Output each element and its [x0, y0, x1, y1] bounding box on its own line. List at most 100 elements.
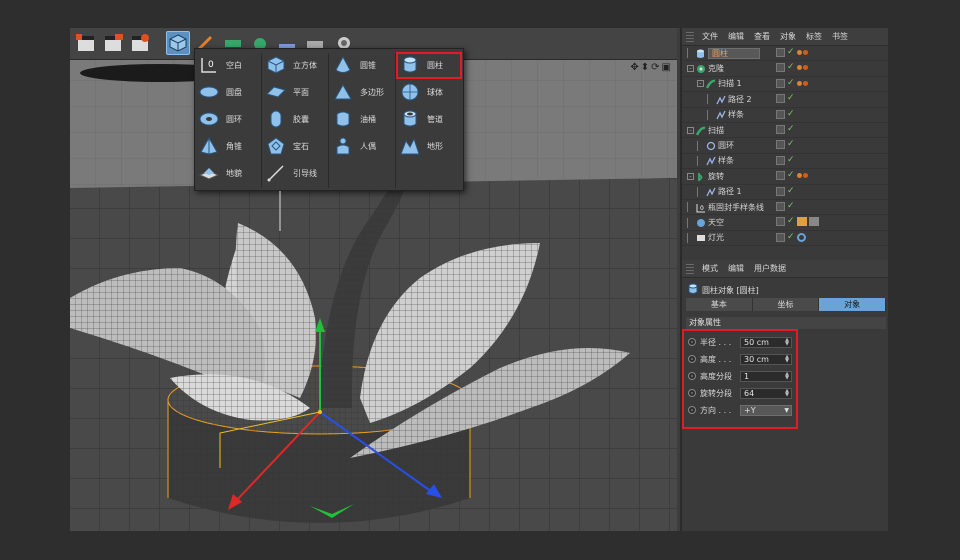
- object-row[interactable]: - 克隆 ✓: [682, 61, 888, 77]
- drag-handle-icon[interactable]: [686, 31, 694, 42]
- rotation-segments-input[interactable]: 64 ▲ ▼: [740, 387, 792, 399]
- menu-item-cube[interactable]: 立方体: [262, 53, 328, 77]
- menu-item-gem[interactable]: 宝石: [262, 134, 328, 158]
- tag-icon[interactable]: [796, 50, 808, 55]
- object-row[interactable]: - 扫描 1 ✓: [682, 77, 888, 93]
- check-icon[interactable]: ✓: [787, 140, 795, 149]
- check-icon[interactable]: ✓: [787, 94, 795, 103]
- menu-view[interactable]: 查看: [754, 31, 770, 42]
- menu-tags[interactable]: 标签: [806, 31, 822, 42]
- menu-mode[interactable]: 模式: [702, 263, 718, 274]
- layer-icon[interactable]: [776, 232, 785, 242]
- object-row[interactable]: 灯光 ✓: [682, 231, 888, 247]
- menu-bookmarks[interactable]: 书签: [832, 31, 848, 42]
- tab-object[interactable]: 对象: [819, 298, 887, 311]
- layer-icon[interactable]: [776, 48, 785, 57]
- layer-icon[interactable]: [776, 109, 785, 119]
- orientation-select[interactable]: +Y ▼: [740, 404, 792, 416]
- tag-icon[interactable]: [796, 173, 808, 179]
- collapse-icon[interactable]: -: [687, 172, 694, 180]
- menu-item-null[interactable]: 0 空白: [195, 53, 261, 77]
- spinner-icon[interactable]: ▲ ▼: [785, 337, 789, 347]
- object-flags[interactable]: ✓: [776, 202, 795, 211]
- spinner-icon[interactable]: ▲ ▼: [785, 354, 789, 364]
- object-flags[interactable]: ✓: [776, 48, 808, 57]
- check-icon[interactable]: ✓: [787, 78, 795, 88]
- collapse-icon[interactable]: -: [687, 65, 694, 73]
- radio-icon[interactable]: [688, 355, 696, 363]
- object-row[interactable]: 路径 2 ✓: [682, 92, 888, 108]
- radius-input[interactable]: 50 cm ▲ ▼: [740, 336, 792, 348]
- layer-icon[interactable]: [776, 125, 785, 134]
- rotate-view-icon[interactable]: ⟳: [651, 62, 659, 73]
- object-row[interactable]: 0 瓶固封手样条线 ✓: [682, 200, 888, 216]
- object-flags[interactable]: ✓: [776, 125, 795, 134]
- check-icon[interactable]: ✓: [787, 109, 795, 119]
- object-flags[interactable]: ✓: [776, 78, 808, 88]
- menu-objects[interactable]: 对象: [780, 31, 796, 42]
- menu-item-terrain[interactable]: 地形: [396, 134, 462, 158]
- object-flags[interactable]: ✓: [776, 186, 795, 196]
- menu-item-tube[interactable]: 管道: [396, 107, 462, 131]
- object-row[interactable]: - 扫描 ✓: [682, 123, 888, 139]
- menu-item-cone[interactable]: 圆锥: [329, 53, 395, 77]
- collapse-icon[interactable]: -: [697, 80, 704, 88]
- menu-item-figure[interactable]: 人偶: [329, 134, 395, 158]
- object-row[interactable]: 样条 ✓: [682, 154, 888, 170]
- object-flags[interactable]: ✓: [776, 63, 808, 73]
- layer-icon[interactable]: [776, 78, 785, 88]
- radio-icon[interactable]: [688, 389, 696, 397]
- object-list[interactable]: 圆柱 ✓ - 克隆 ✓ - 扫描 1 ✓ 路径 2 ✓ 样条 ✓ - 扫描 ✓ 圆环 ✓ 样条 ✓ - 旋转 ✓ 路径 1 ✓…: [682, 46, 888, 262]
- check-icon[interactable]: ✓: [787, 232, 795, 242]
- menu-item-torus[interactable]: 圆环: [195, 107, 261, 131]
- menu-attr-edit[interactable]: 编辑: [728, 263, 744, 274]
- object-flags[interactable]: ✓: [776, 232, 806, 242]
- tab-coord[interactable]: 坐标: [752, 298, 820, 311]
- height-input[interactable]: 30 cm ▲ ▼: [740, 353, 792, 365]
- menu-edit[interactable]: 编辑: [728, 31, 744, 42]
- clapper-icon[interactable]: [74, 31, 98, 55]
- object-row[interactable]: 样条 ✓: [682, 108, 888, 123]
- move-view-icon[interactable]: ✥: [630, 62, 638, 73]
- cube-icon[interactable]: [166, 31, 190, 55]
- menu-item-disc[interactable]: 圆盘: [195, 80, 261, 104]
- object-row[interactable]: 天空 ✓: [682, 215, 888, 231]
- object-flags[interactable]: ✓: [776, 109, 795, 119]
- layer-icon[interactable]: [776, 63, 785, 73]
- object-flags[interactable]: ✓: [776, 217, 819, 227]
- menu-item-landscape[interactable]: 地貌: [195, 161, 261, 185]
- clapper-settings-icon[interactable]: [128, 31, 152, 55]
- spinner-icon[interactable]: ▲ ▼: [785, 388, 789, 398]
- layer-icon[interactable]: [776, 171, 785, 181]
- object-row[interactable]: 路径 1 ✓: [682, 185, 888, 200]
- check-icon[interactable]: ✓: [787, 171, 795, 180]
- menu-item-oiltank[interactable]: 油桶: [329, 107, 395, 131]
- check-icon[interactable]: ✓: [787, 186, 795, 196]
- check-icon[interactable]: ✓: [787, 125, 795, 134]
- tag-icon[interactable]: [796, 80, 808, 86]
- drag-handle-icon[interactable]: [686, 263, 694, 274]
- check-icon[interactable]: ✓: [787, 63, 795, 72]
- clapper-play-icon[interactable]: [101, 31, 125, 55]
- spinner-icon[interactable]: ▲ ▼: [785, 371, 789, 381]
- menu-item-plane[interactable]: 平面: [262, 80, 328, 104]
- menu-item-sphere[interactable]: 球体: [396, 80, 462, 104]
- object-row[interactable]: - 旋转 ✓: [682, 169, 888, 185]
- maximize-view-icon[interactable]: ▣: [662, 62, 671, 73]
- tag-icon[interactable]: [796, 65, 808, 71]
- zoom-view-icon[interactable]: ⬍: [641, 62, 649, 73]
- layer-icon[interactable]: [776, 155, 785, 165]
- layer-icon[interactable]: [776, 140, 785, 150]
- check-icon[interactable]: ✓: [787, 48, 795, 57]
- menu-item-guide[interactable]: 引导线: [262, 161, 328, 185]
- layer-icon[interactable]: [776, 94, 785, 104]
- menu-item-pyramid[interactable]: 角锥: [195, 134, 261, 158]
- layer-icon[interactable]: [776, 217, 785, 227]
- radio-icon[interactable]: [688, 338, 696, 346]
- object-flags[interactable]: ✓: [776, 171, 808, 181]
- check-icon[interactable]: ✓: [787, 155, 795, 165]
- object-flags[interactable]: ✓: [776, 155, 795, 165]
- menu-file[interactable]: 文件: [702, 31, 718, 42]
- radio-icon[interactable]: [688, 372, 696, 380]
- object-row[interactable]: 圆柱 ✓: [682, 46, 888, 62]
